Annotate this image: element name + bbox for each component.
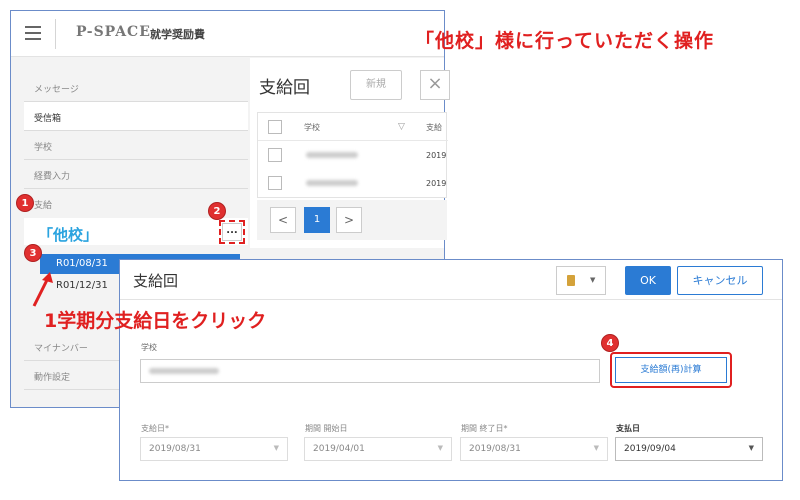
sidebar-item-label: 受信箱 [34, 114, 62, 124]
cancel-button[interactable]: キャンセル [677, 266, 763, 295]
ok-button[interactable]: OK [625, 266, 671, 295]
table-cell-year: 2019 [426, 179, 447, 188]
period-start-value: 2019/04/01 [313, 444, 365, 454]
sidebar-item-label: 動作設定 [34, 373, 71, 383]
annotation-other-school: 「他校」 [38, 226, 99, 244]
table-row[interactable]: 2019 [258, 141, 448, 169]
chevron-down-icon: ▼ [748, 444, 754, 452]
redacted-school-name [306, 152, 358, 158]
period-start-label: 期間 開始日 [305, 424, 348, 433]
chevron-down-icon: ▼ [273, 444, 279, 452]
period-end-label: 期間 終了日* [461, 424, 508, 433]
school-field-label: 学校 [141, 343, 157, 352]
sidebar-item-label: マイナンバー [34, 344, 88, 354]
payment-date-label: 支給日* [141, 424, 169, 433]
highlight-box [610, 352, 732, 388]
pager-page-button[interactable]: 1 [304, 207, 330, 233]
step-badge-3: 3 [24, 244, 42, 262]
period-end-field[interactable]: 2019/08/31 ▼ [460, 437, 608, 461]
period-end-value: 2019/08/31 [469, 444, 521, 454]
step-badge-2: 2 [208, 202, 226, 220]
sidebar-item-school[interactable]: 学校 [24, 131, 248, 160]
school-field[interactable] [140, 359, 600, 383]
sidebar-item-messages[interactable]: メッセージ [24, 73, 248, 102]
redacted-school-name [306, 180, 358, 186]
grid-header-row: 学校 ▽ 支給 [258, 113, 448, 141]
step-badge-4: 4 [601, 334, 619, 352]
step-badge-1: 1 [16, 194, 34, 212]
select-all-checkbox[interactable] [268, 120, 282, 134]
table-row[interactable]: 2019 [258, 169, 448, 197]
app-logo: P-SPACE [76, 24, 151, 40]
new-button[interactable]: 新規 [350, 70, 402, 100]
sidebar-item-inbox[interactable]: 受信箱 [24, 102, 248, 131]
payment-grid: 学校 ▽ 支給 2019 2019 [257, 112, 448, 198]
pay-date-label: 支払日 [616, 424, 640, 433]
app-title: 就学奨励費 [150, 28, 205, 41]
payment-date-value: 2019/08/31 [149, 444, 201, 454]
page-title: 支給回 [259, 78, 310, 98]
sidebar-subitem-label: R01/12/31 [56, 280, 108, 291]
row-checkbox[interactable] [268, 176, 282, 190]
sidebar-subitem-label: R01/08/31 [56, 258, 108, 269]
redacted-school-name [149, 368, 219, 374]
annotation-top-note: 「他校」様に行っていただく操作 [415, 30, 715, 52]
highlight-box [219, 220, 245, 244]
pay-date-value: 2019/09/04 [624, 444, 676, 454]
pager-next-button[interactable]: > [336, 207, 362, 233]
sidebar-item-label: メッセージ [34, 85, 79, 95]
pay-date-field[interactable]: 2019/09/04 ▼ [615, 437, 763, 461]
period-start-field[interactable]: 2019/04/01 ▼ [304, 437, 452, 461]
sidebar-item-label: 経費入力 [34, 172, 71, 182]
dialog-title: 支給回 [133, 272, 179, 290]
filter-icon[interactable]: ▽ [398, 122, 405, 132]
sidebar-item-label: 学校 [34, 143, 53, 153]
chevron-down-icon: ▼ [593, 444, 599, 452]
clipboard-icon [567, 275, 575, 286]
close-button[interactable]: × [420, 70, 450, 100]
annotation-click-note: 1学期分支給日をクリック [44, 310, 267, 332]
column-header-payment: 支給 [426, 123, 442, 132]
table-cell-year: 2019 [426, 151, 447, 160]
pager-prev-button[interactable]: < [270, 207, 296, 233]
column-header-school: 学校 [304, 123, 320, 132]
sidebar-item-label: 支給 [34, 201, 53, 211]
hamburger-menu-icon[interactable] [25, 26, 41, 40]
caret-down-icon: ▼ [590, 276, 596, 284]
annotation-arrow-icon [32, 272, 53, 307]
header-divider [55, 19, 56, 49]
row-checkbox[interactable] [268, 148, 282, 162]
clipboard-dropdown[interactable]: ▼ [556, 266, 606, 295]
payment-date-field[interactable]: 2019/08/31 ▼ [140, 437, 288, 461]
chevron-down-icon: ▼ [437, 444, 443, 452]
sidebar-item-expense-input[interactable]: 経費入力 [24, 160, 248, 189]
